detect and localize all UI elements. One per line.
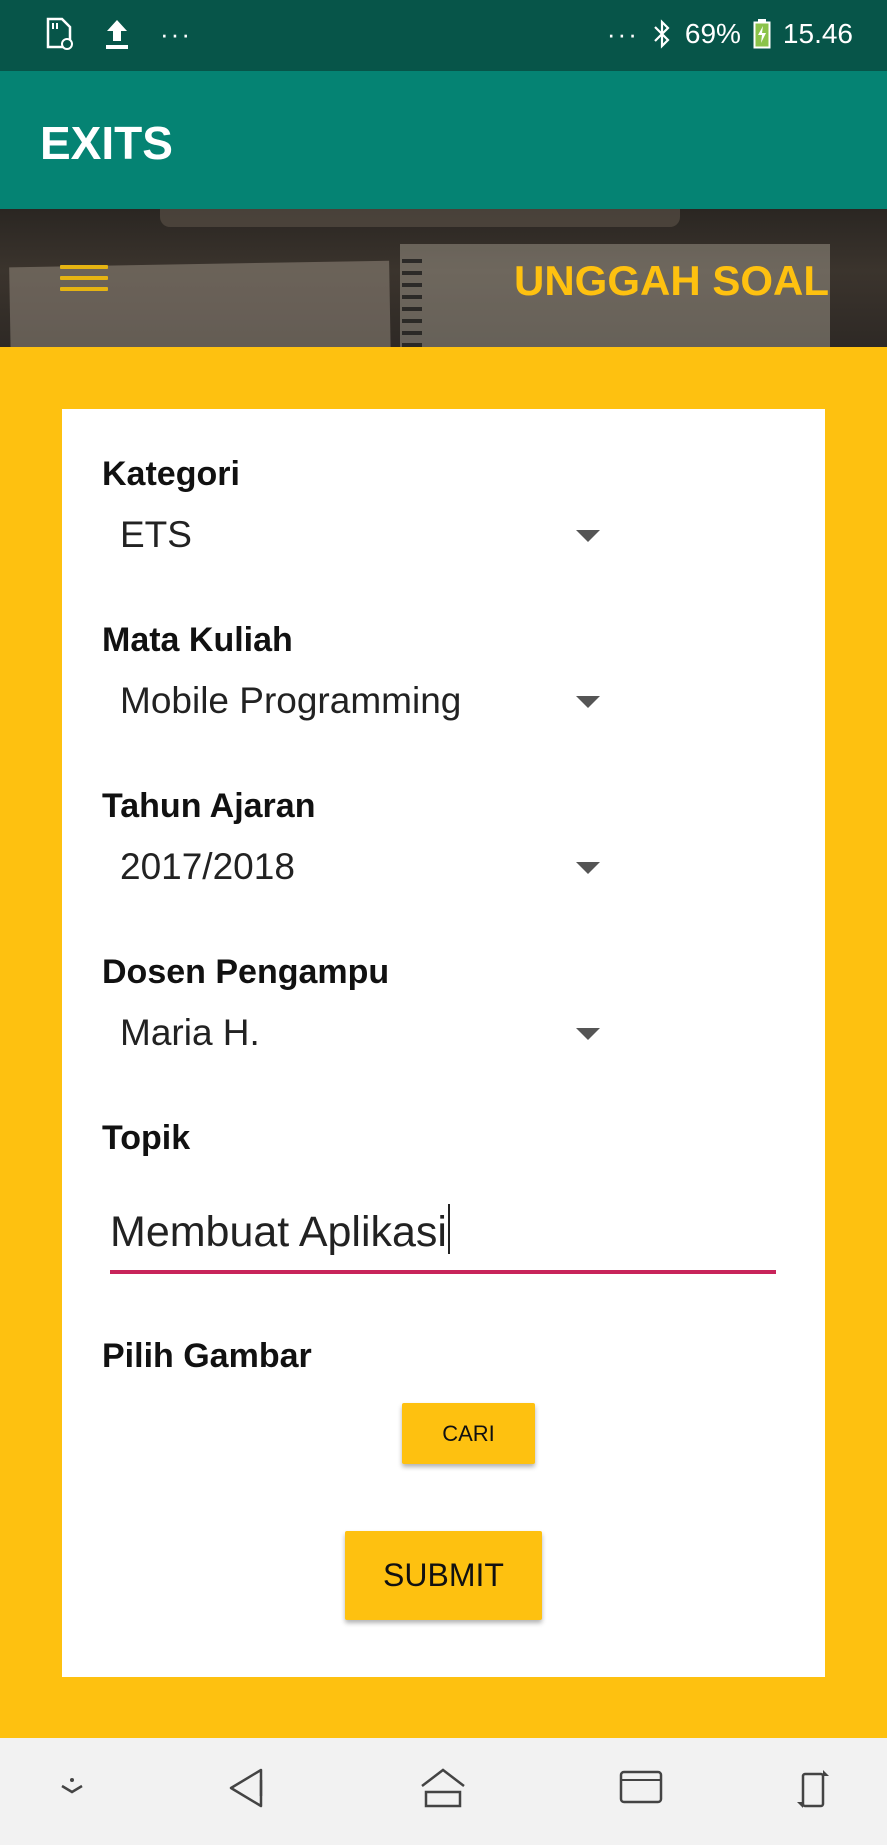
dropdown-arrow-icon (576, 530, 600, 542)
header-banner: UNGGAH SOAL (0, 209, 887, 347)
battery-percent: 69% (684, 18, 741, 49)
topik-input[interactable]: Membuat Aplikasi (110, 1194, 776, 1274)
topik-value: Membuat Aplikasi (110, 1208, 447, 1256)
submit-button[interactable]: SUBMIT (345, 1531, 542, 1620)
input-underline (110, 1270, 776, 1274)
topik-label: Topik (102, 1119, 191, 1157)
status-right: ··· 69% 15.46 (607, 14, 853, 54)
upload-icon (104, 17, 130, 51)
home-icon[interactable] (413, 1766, 473, 1816)
dosen-label: Dosen Pengampu (102, 953, 390, 991)
status-bar: ··· ··· 69% 15.46 (0, 0, 887, 71)
sd-card-icon (44, 17, 74, 51)
navigation-bar (0, 1738, 887, 1845)
notification-pull-icon[interactable] (42, 1766, 102, 1816)
page-title: UNGGAH SOAL (514, 257, 829, 304)
pilih-gambar-label: Pilih Gambar (102, 1337, 312, 1375)
battery-charging-icon (753, 19, 771, 49)
status-left-icons: ··· (44, 14, 192, 54)
back-icon[interactable] (217, 1766, 277, 1816)
bluetooth-icon (651, 18, 673, 50)
more-notifications-icon: ··· (606, 19, 639, 49)
tahun-ajaran-value: 2017/2018 (120, 846, 295, 887)
hamburger-menu-icon[interactable] (60, 265, 108, 295)
tahun-ajaran-dropdown[interactable]: 2017/2018 (120, 838, 600, 898)
mata-kuliah-dropdown[interactable]: Mobile Programming (120, 672, 600, 732)
rotate-icon[interactable] (783, 1766, 843, 1816)
recents-icon[interactable] (611, 1766, 671, 1816)
kategori-label: Kategori (102, 455, 240, 493)
dosen-dropdown[interactable]: Maria H. (120, 1004, 600, 1064)
kategori-dropdown[interactable]: ETS (120, 506, 600, 566)
clock: 15.46 (782, 18, 853, 49)
cari-button[interactable]: CARI (402, 1403, 535, 1464)
dropdown-arrow-icon (576, 862, 600, 874)
app-title: EXITS (40, 117, 173, 169)
upload-form-card: Kategori ETS Mata Kuliah Mobile Programm… (62, 409, 825, 1677)
tahun-ajaran-label: Tahun Ajaran (102, 787, 316, 825)
mata-kuliah-value: Mobile Programming (120, 680, 462, 721)
banner-background-rings (402, 259, 422, 347)
more-icon: ··· (160, 19, 192, 49)
dropdown-arrow-icon (576, 1028, 600, 1040)
banner-background-image (160, 209, 680, 227)
text-cursor (448, 1204, 450, 1254)
kategori-value: ETS (120, 514, 192, 555)
app-bar: EXITS (0, 71, 887, 209)
dropdown-arrow-icon (576, 696, 600, 708)
dosen-value: Maria H. (120, 1012, 260, 1053)
mata-kuliah-label: Mata Kuliah (102, 621, 293, 659)
